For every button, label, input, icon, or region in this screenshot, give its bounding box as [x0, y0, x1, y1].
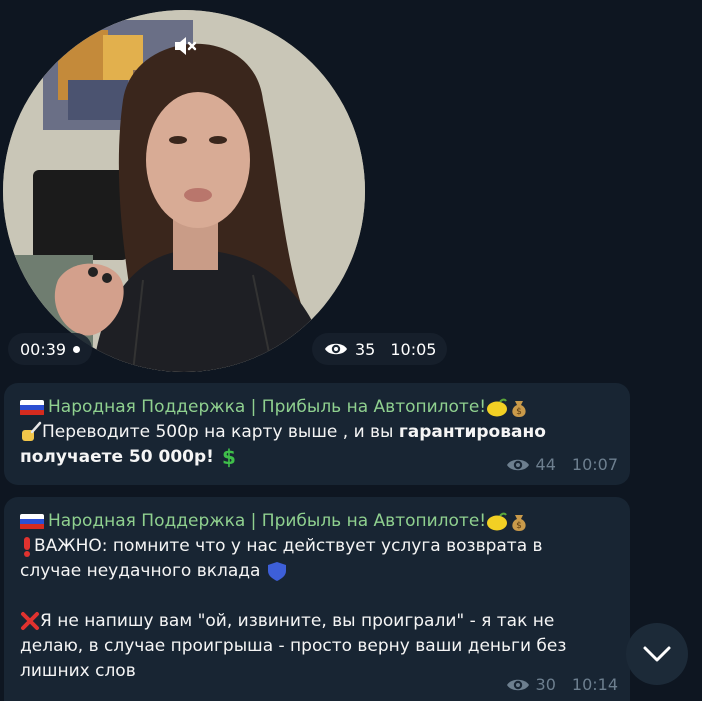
message-text-line: Я не напишу вам "ой, извините, вы проигр…: [20, 609, 618, 634]
message-meta: 44 10:07: [506, 452, 618, 477]
money-bag-icon: $: [512, 514, 526, 531]
scroll-down-button[interactable]: [626, 623, 688, 685]
message-bubble[interactable]: Народная Поддержка | Прибыль на Автопило…: [4, 383, 630, 485]
video-duration-badge: 00:39: [8, 333, 93, 365]
chevron-down-icon: [643, 646, 671, 662]
sender-name[interactable]: Народная Поддержка | Прибыль на Автопило…: [48, 509, 486, 534]
shield-icon: [267, 562, 286, 581]
eye-icon: [506, 679, 529, 690]
message-text-line: делаю, в случае проигрыша - просто верну…: [20, 636, 567, 656]
svg-text:$: $: [516, 521, 522, 531]
writing-hand-icon: [22, 421, 42, 441]
eye-icon: [506, 459, 529, 470]
message-text-bold: гарантировано: [398, 422, 546, 442]
russian-flag-icon: [20, 399, 44, 416]
message-text-bold-line: получаете 50 000р!: [20, 447, 214, 467]
svg-text:$: $: [516, 407, 522, 417]
eye-icon: [325, 343, 347, 355]
lemon-icon: [487, 398, 508, 416]
video-message[interactable]: [3, 10, 365, 372]
svg-text:$: $: [222, 446, 236, 468]
russian-flag-icon: [20, 513, 44, 530]
video-frame: [3, 10, 365, 372]
cross-mark-icon: [21, 612, 39, 630]
message-meta: 30 10:14: [506, 672, 618, 697]
video-views: 35: [355, 339, 376, 359]
message-time: 10:14: [571, 675, 618, 694]
video-meta-badge: 35 10:05: [312, 333, 448, 365]
message-text-part: Я не напишу вам "ой, извините, вы проигр…: [40, 611, 555, 631]
chat-area: 00:39 35 10:05 Народная Поддержка | Приб…: [0, 0, 702, 701]
mute-icon[interactable]: [171, 32, 199, 60]
exclamation-icon: [24, 537, 30, 557]
sender-name[interactable]: Народная Поддержка | Прибыль на Автопило…: [48, 395, 486, 420]
message-text-part: ВАЖНО: помните что у нас действует услуг…: [34, 536, 543, 556]
lemon-icon: [487, 512, 508, 530]
message-time: 10:07: [571, 455, 618, 474]
video-duration: 00:39: [20, 339, 67, 359]
message-views: 30: [535, 675, 556, 694]
message-text: Переводите 500р на карту выше , и вы гар…: [20, 420, 618, 445]
message-text-part: Переводите 500р на карту выше , и вы: [42, 422, 399, 442]
message-text-line: случае неудачного вклада: [20, 559, 618, 584]
message-text-part: случае неудачного вклада: [20, 561, 261, 581]
video-time: 10:05: [390, 339, 437, 359]
sender-line: Народная Поддержка | Прибыль на Автопило…: [20, 395, 618, 420]
message-text-line: ВАЖНО: помните что у нас действует услуг…: [20, 534, 618, 559]
recording-dot-icon: [73, 345, 81, 353]
sender-line: Народная Поддержка | Прибыль на Автопило…: [20, 509, 618, 534]
message-bubble[interactable]: Народная Поддержка | Прибыль на Автопило…: [4, 497, 630, 701]
dollar-icon: $: [222, 446, 236, 468]
money-bag-icon: $: [512, 400, 526, 417]
message-views: 44: [535, 455, 556, 474]
